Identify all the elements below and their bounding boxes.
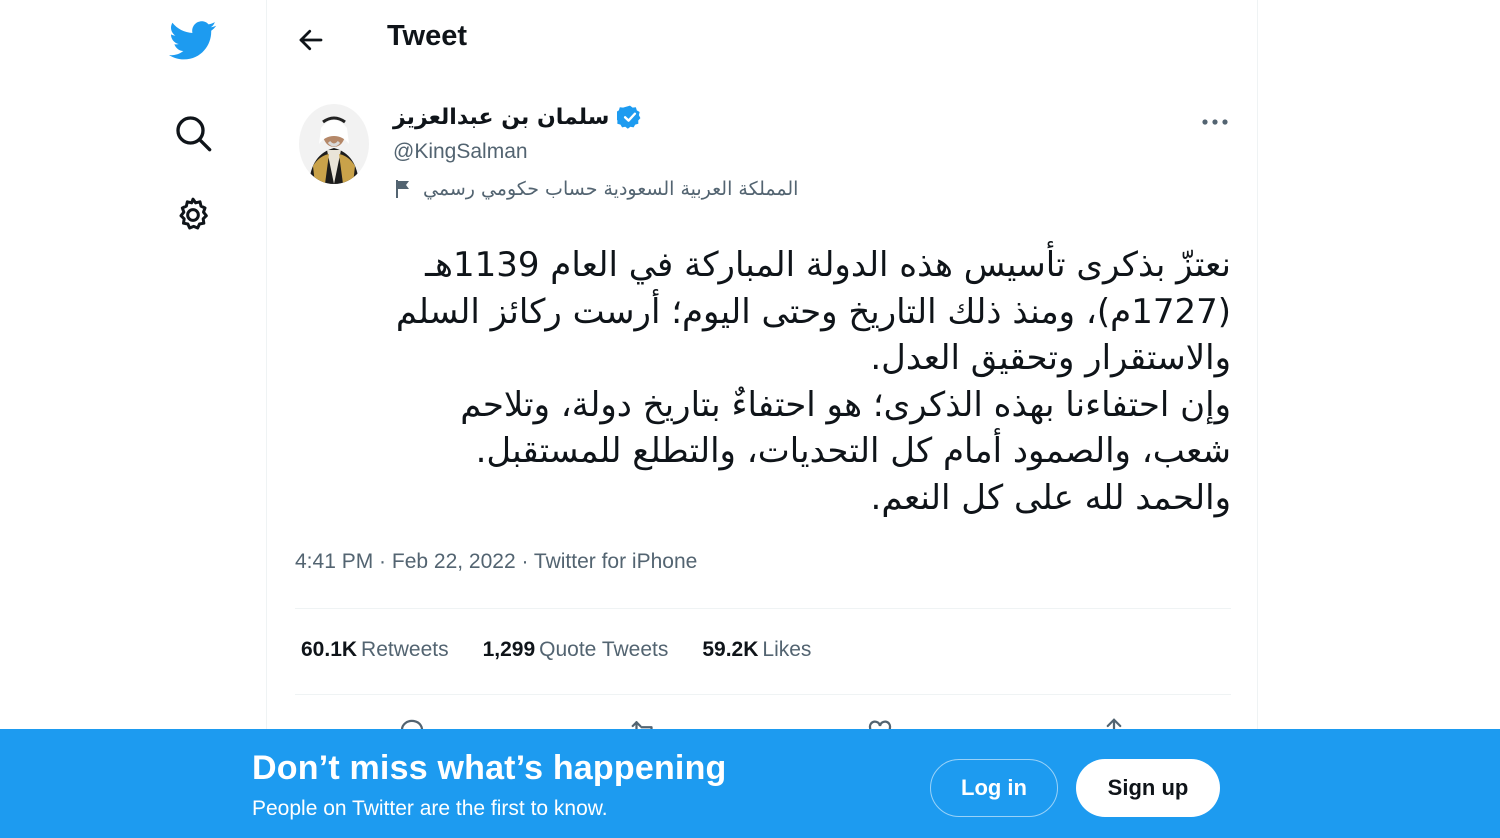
signup-banner: Don’t miss what’s happening People on Tw… xyxy=(0,729,1500,838)
search-icon[interactable] xyxy=(166,108,220,158)
quote-tweets-label: Quote Tweets xyxy=(539,638,669,661)
verified-badge-icon xyxy=(617,104,643,130)
retweets-count: 60.1K xyxy=(301,638,358,661)
tweet-stats: 60.1K Retweets 1,299 Quote Tweets 59.2K Lik… xyxy=(301,638,811,662)
author-handle[interactable]: @KingSalman xyxy=(393,140,528,164)
flag-icon xyxy=(393,178,413,200)
tweet-text-line: شعب، والصمود أمام كل التحديات، والتطلع ل… xyxy=(475,431,1231,471)
tweet-text-line: نعتزّ بذكرى تأسيس هذه الدولة المباركة في… xyxy=(425,245,1231,285)
signup-button[interactable]: Sign up xyxy=(1076,759,1220,817)
page-title: Tweet xyxy=(387,20,468,52)
likes-count: 59.2K xyxy=(702,638,759,661)
quote-tweets-stat[interactable]: 1,299 Quote Tweets xyxy=(483,638,669,662)
back-arrow-icon[interactable] xyxy=(289,18,333,62)
author-name[interactable]: سلمان بن عبدالعزيز xyxy=(393,105,609,130)
tweet-text: نعتزّ بذكرى تأسيس هذه الدولة المباركة في… xyxy=(307,242,1231,521)
avatar[interactable] xyxy=(299,104,369,184)
retweets-stat[interactable]: 60.1K Retweets xyxy=(301,638,449,662)
tweet-text-line: (1727م)، ومنذ ذلك التاريخ وحتى اليوم؛ أر… xyxy=(395,291,1231,332)
banner-subtitle: People on Twitter are the first to know. xyxy=(252,797,608,820)
tweet-column: Tweet سلمان بن عبدالعزيز @KingSalman الم… xyxy=(266,0,1258,838)
page: Tweet سلمان بن عبدالعزيز @KingSalman الم… xyxy=(0,0,1500,838)
tweet-text-line: والحمد لله على كل النعم. xyxy=(870,477,1231,518)
divider xyxy=(295,608,1231,609)
banner-title: Don’t miss what’s happening xyxy=(252,749,727,787)
author-name-row[interactable]: سلمان بن عبدالعزيز xyxy=(393,104,643,130)
gear-icon[interactable] xyxy=(166,190,220,240)
tweet-header: Tweet xyxy=(267,0,1257,78)
left-nav xyxy=(0,0,266,838)
tweet-text-line: والاستقرار وتحقيق العدل. xyxy=(870,338,1231,378)
divider xyxy=(295,694,1231,695)
login-button[interactable]: Log in xyxy=(930,759,1058,817)
government-label: المملكة العربية السعودية حساب حكومي رسمي xyxy=(393,178,798,200)
likes-label: Likes xyxy=(762,638,812,661)
government-account-label: المملكة العربية السعودية حساب حكومي رسمي xyxy=(423,178,799,200)
retweets-label: Retweets xyxy=(361,638,449,661)
twitter-bird-icon[interactable] xyxy=(166,17,220,65)
tweet-timestamp[interactable]: 4:41 PM · Feb 22, 2022 · Twitter for iPh… xyxy=(295,550,697,574)
more-options-icon[interactable] xyxy=(1192,102,1238,142)
tweet-text-line: وإن احتفاءنا بهذه الذكرى؛ هو احتفاءٌ بتا… xyxy=(460,384,1231,425)
quote-tweets-count: 1,299 xyxy=(482,638,536,661)
likes-stat[interactable]: 59.2K Likes xyxy=(702,638,811,662)
